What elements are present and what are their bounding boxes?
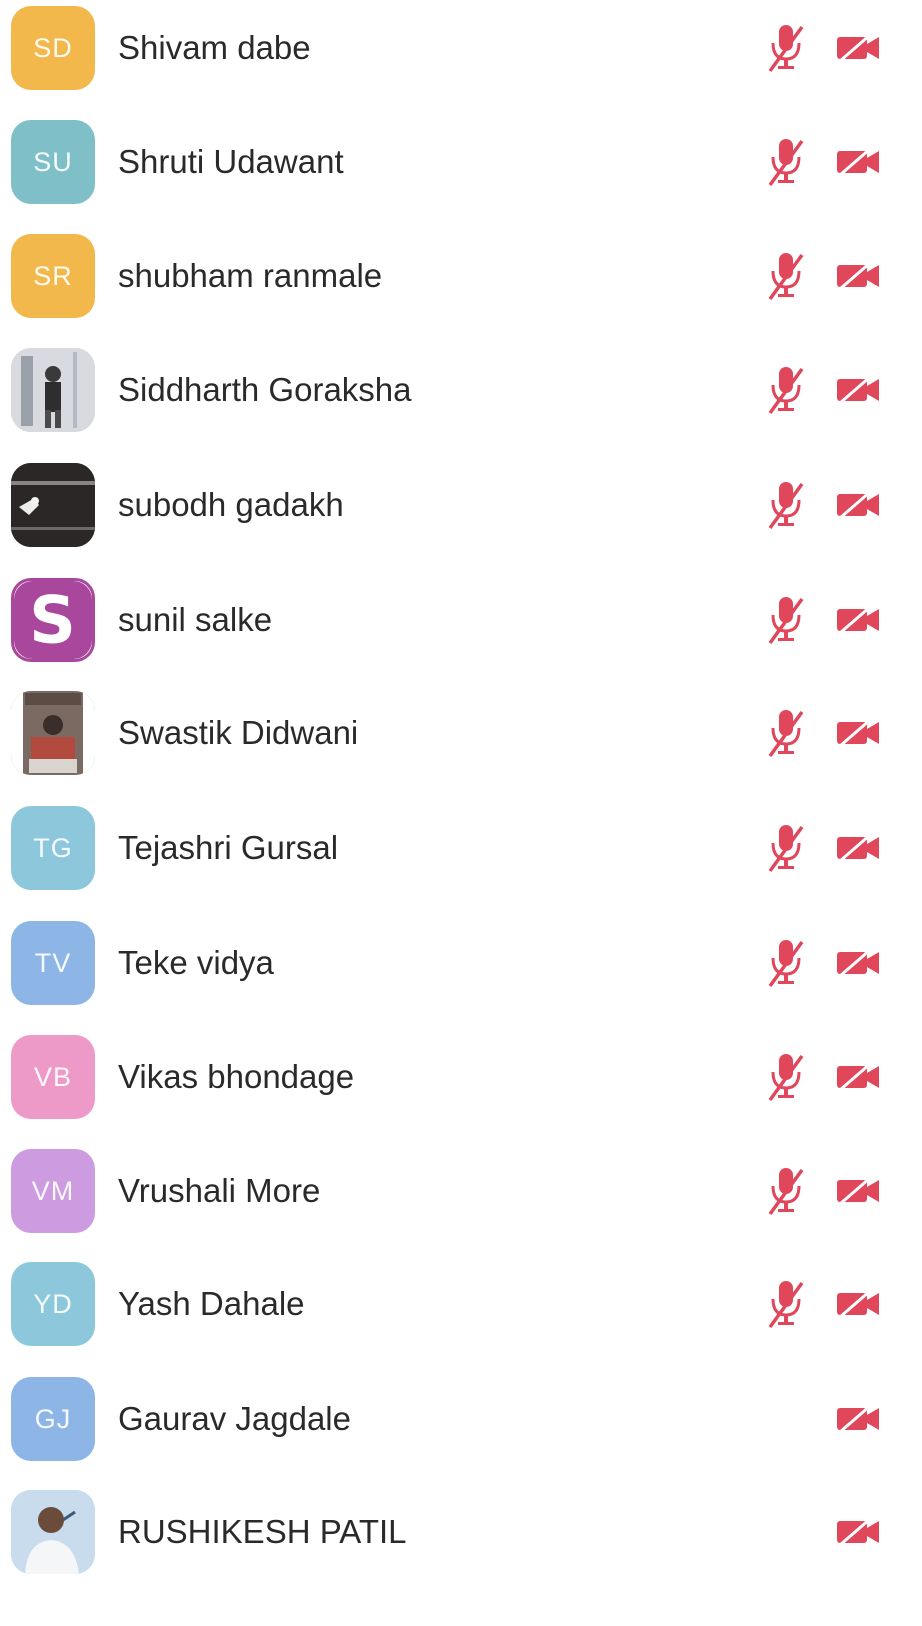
video-off-icon[interactable] (836, 373, 880, 407)
participant-row[interactable]: VM Vrushali More (0, 1134, 922, 1248)
avatar: GJ (11, 1377, 95, 1461)
avatar-initials: VB (33, 1061, 73, 1092)
avatar (11, 348, 95, 432)
svg-text:S: S (29, 583, 77, 658)
video-off-icon[interactable] (836, 1515, 880, 1549)
mic-off-icon[interactable] (766, 938, 806, 988)
participant-row[interactable]: TV Teke vidya (0, 906, 922, 1020)
video-off-icon[interactable] (836, 1287, 880, 1321)
avatar: SD (11, 6, 95, 90)
video-off-icon[interactable] (836, 1174, 880, 1208)
avatar (11, 1490, 95, 1574)
participant-row[interactable]: SD Shivam dabe (0, 0, 922, 105)
video-off-icon[interactable] (836, 716, 880, 750)
participant-name: shubham ranmale (118, 257, 383, 294)
avatar: TV (11, 921, 95, 1005)
mic-off-icon[interactable] (766, 137, 806, 187)
participant-row[interactable]: Siddharth Goraksha (0, 333, 922, 447)
mic-off-icon[interactable] (766, 1166, 806, 1216)
avatar: SU (11, 120, 95, 204)
avatar: S (11, 578, 95, 662)
avatar: VB (11, 1035, 95, 1119)
participant-name: sunil salke (118, 601, 273, 638)
mic-off-icon[interactable] (766, 595, 806, 645)
mic-off-icon[interactable] (766, 1279, 806, 1329)
video-off-icon[interactable] (836, 31, 880, 65)
avatar-initials: TG (33, 832, 73, 863)
avatar-initials: TV (34, 947, 72, 978)
participant-name: Tejashri Gursal (118, 829, 339, 866)
video-off-icon[interactable] (836, 145, 880, 179)
participant-name: Vikas bhondage (118, 1058, 355, 1095)
participant-name: Vrushali More (118, 1172, 321, 1209)
video-off-icon[interactable] (836, 946, 880, 980)
participant-row[interactable]: SU Shruti Udawant (0, 105, 922, 219)
avatar-initials: VM (31, 1175, 75, 1206)
participant-row[interactable]: GJ Gaurav Jagdale (0, 1362, 922, 1476)
avatar (11, 463, 95, 547)
participant-name: Swastik Didwani (118, 714, 359, 751)
video-off-icon[interactable] (836, 831, 880, 865)
participant-name: RUSHIKESH PATIL (118, 1513, 407, 1550)
avatar (11, 691, 95, 775)
participant-row[interactable]: RUSHIKESH PATIL (0, 1475, 922, 1589)
participant-row[interactable]: Ssunil salke (0, 563, 922, 677)
avatar-photo (11, 1490, 95, 1574)
mic-off-icon[interactable] (766, 708, 806, 758)
participant-row[interactable]: Swastik Didwani (0, 676, 922, 790)
mic-off-icon[interactable] (766, 251, 806, 301)
mic-off-icon[interactable] (766, 1052, 806, 1102)
mic-off-icon[interactable] (766, 365, 806, 415)
avatar-photo (11, 348, 95, 432)
mic-off-icon[interactable] (766, 480, 806, 530)
avatar-initials: YD (33, 1288, 73, 1319)
avatar: YD (11, 1262, 95, 1346)
participant-name: subodh gadakh (118, 486, 344, 523)
participant-name: Siddharth Goraksha (118, 371, 412, 408)
avatar-photo (11, 463, 95, 547)
video-off-icon[interactable] (836, 1060, 880, 1094)
mic-off-icon[interactable] (766, 23, 806, 73)
avatar-initials: GJ (34, 1403, 72, 1434)
s-logo-icon: S (14, 581, 92, 659)
participant-name: Teke vidya (118, 944, 274, 981)
avatar: SR (11, 234, 95, 318)
participant-name: Shivam dabe (118, 29, 311, 66)
avatar-initials: SR (33, 260, 73, 291)
video-off-icon[interactable] (836, 603, 880, 637)
avatar: TG (11, 806, 95, 890)
video-off-icon[interactable] (836, 259, 880, 293)
avatar-initials: SU (33, 146, 73, 177)
avatar-initials: SD (33, 32, 73, 63)
participant-name: Yash Dahale (118, 1285, 305, 1322)
participant-row[interactable]: subodh gadakh (0, 448, 922, 562)
video-off-icon[interactable] (836, 1402, 880, 1436)
avatar-photo (11, 691, 95, 775)
participant-row[interactable]: VB Vikas bhondage (0, 1020, 922, 1134)
participant-name: Gaurav Jagdale (118, 1400, 351, 1437)
participant-row[interactable]: SR shubham ranmale (0, 219, 922, 333)
avatar: VM (11, 1149, 95, 1233)
video-off-icon[interactable] (836, 488, 880, 522)
participant-row[interactable]: YD Yash Dahale (0, 1247, 922, 1361)
mic-off-icon[interactable] (766, 823, 806, 873)
participant-name: Shruti Udawant (118, 143, 344, 180)
participant-row[interactable]: TG Tejashri Gursal (0, 791, 922, 905)
